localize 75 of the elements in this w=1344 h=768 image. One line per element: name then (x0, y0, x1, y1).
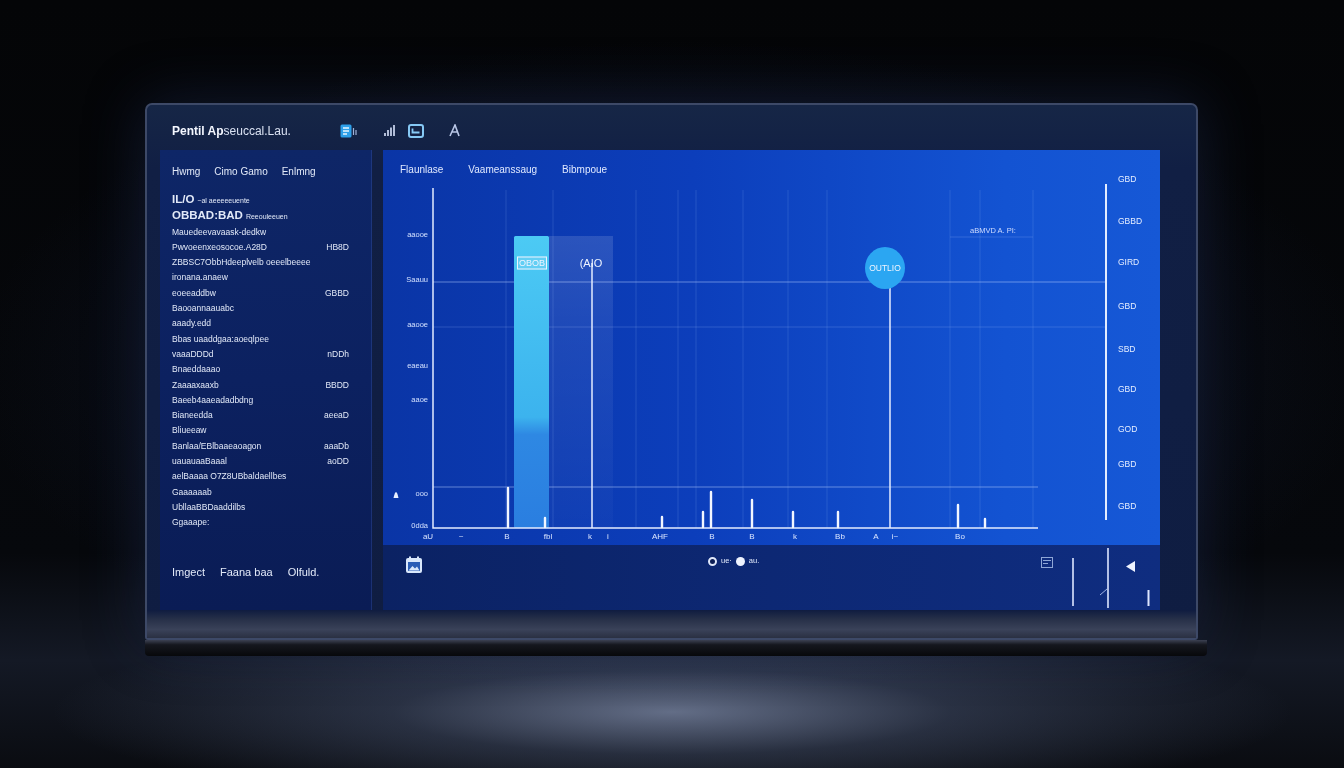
chart-heading: Flaunlase (400, 164, 444, 176)
row-label: Ggaaape: (172, 516, 211, 530)
axis-label: A (873, 532, 879, 542)
axis-label: Bo (955, 532, 965, 542)
window-title: Pentil Apseuccal.Lau. (172, 123, 292, 138)
footer-link[interactable]: Olfuld. (287, 566, 320, 579)
axis-label: B (709, 532, 715, 542)
footer-link[interactable]: Faana baa (220, 566, 273, 579)
row-label: Bbas uaaddgaa:aoeqlpee (172, 332, 270, 346)
row-heading: IL/O (172, 193, 195, 205)
axis-label: GOD (1118, 424, 1138, 434)
chart-heading: Bibmpoue (562, 164, 608, 176)
axis-label: GBBD (1118, 216, 1143, 226)
row-label: aaady.edd (172, 317, 213, 331)
row-label: ZBBSC7ObbHdeeplvelb oeeelbeeee (172, 256, 312, 270)
row-label: eoeeaddbw (172, 286, 217, 300)
row-label: vaaaDDDd (172, 347, 215, 361)
ring-icon (708, 556, 717, 566)
axis-label: GBD (1118, 174, 1137, 184)
row-label: Bliueeaw (172, 424, 208, 438)
row-value: BBDD (324, 378, 349, 392)
bar-label: OBOB (517, 256, 547, 270)
axis-label: i~ (891, 532, 899, 542)
row-value: nDDh (326, 347, 349, 361)
vertical-line (1147, 590, 1150, 606)
row-label: uauauaaBaaal (172, 455, 228, 469)
dot-icon (735, 556, 745, 566)
signal-icon[interactable] (384, 124, 395, 137)
menu-item[interactable]: Hwmg (172, 166, 201, 178)
row-label: ironana.anaew (172, 271, 229, 285)
footer-link[interactable]: Imgect (172, 566, 205, 579)
triangle-icon[interactable] (1124, 560, 1136, 573)
row-value: GBBD (323, 286, 349, 300)
axis-label: SBD (1118, 344, 1136, 354)
chart-label: (AIO (579, 256, 603, 270)
axis-label: B (504, 532, 510, 542)
row-label: Bianeedda (172, 409, 214, 423)
axis-label: aU (422, 532, 434, 542)
axis-label: GIRD (1118, 257, 1140, 267)
axis-label: GBD (1118, 501, 1137, 511)
row-value: aeeaD (323, 409, 349, 423)
axis-label: GBD (1118, 459, 1137, 469)
axis-label: k (793, 532, 797, 542)
font-icon[interactable] (449, 124, 460, 137)
row-label: Bnaeddaaao (172, 363, 222, 377)
row-label: Banlaa/EBlbaaeaoagon (172, 439, 263, 453)
panel-icon[interactable] (408, 123, 424, 138)
menu-item[interactable]: Enlmng (281, 166, 316, 178)
menu-item[interactable]: Cimo Gamo (214, 166, 268, 178)
row-label: Pwvoeenxeosocoe.A28D (172, 240, 268, 254)
axis-label: AHF (652, 532, 668, 542)
axis-label: ~ (458, 532, 464, 542)
axis-label: i (607, 532, 609, 542)
axis-label: fbl (543, 532, 553, 542)
row-value: aoDD (326, 455, 349, 469)
axis-label: Bb (835, 532, 845, 542)
row-label: Gaaaaaab (172, 485, 213, 499)
axis-label: GBD (1118, 301, 1137, 311)
chart-heading: Vaameanssaug (468, 164, 538, 176)
row-label: Zaaaaxaaxb (172, 378, 220, 392)
document-icon[interactable] (340, 123, 357, 138)
image-icon[interactable] (405, 556, 423, 574)
row-value: aaaDb (323, 439, 349, 453)
axis-label: GBD (1118, 384, 1137, 394)
row-value: HB8D (325, 240, 349, 254)
row-label: aelBaaaa O7Z8UBbaldaellbes (172, 470, 288, 484)
row-label: Mauedeevavaask-dedkw (172, 225, 268, 239)
row-label: Baeeb4aaeadadbdng (172, 393, 255, 407)
row-label: UbllaaBBDaaddilbs (172, 500, 247, 514)
axis-label: k (588, 532, 592, 542)
window-icon[interactable] (1041, 557, 1053, 568)
point-bubble: OUTLIO (865, 247, 905, 289)
row-heading: OBBAD:BAD (172, 209, 243, 222)
axis-label: B (749, 532, 755, 542)
row-label: Baooannaauabc (172, 302, 235, 316)
